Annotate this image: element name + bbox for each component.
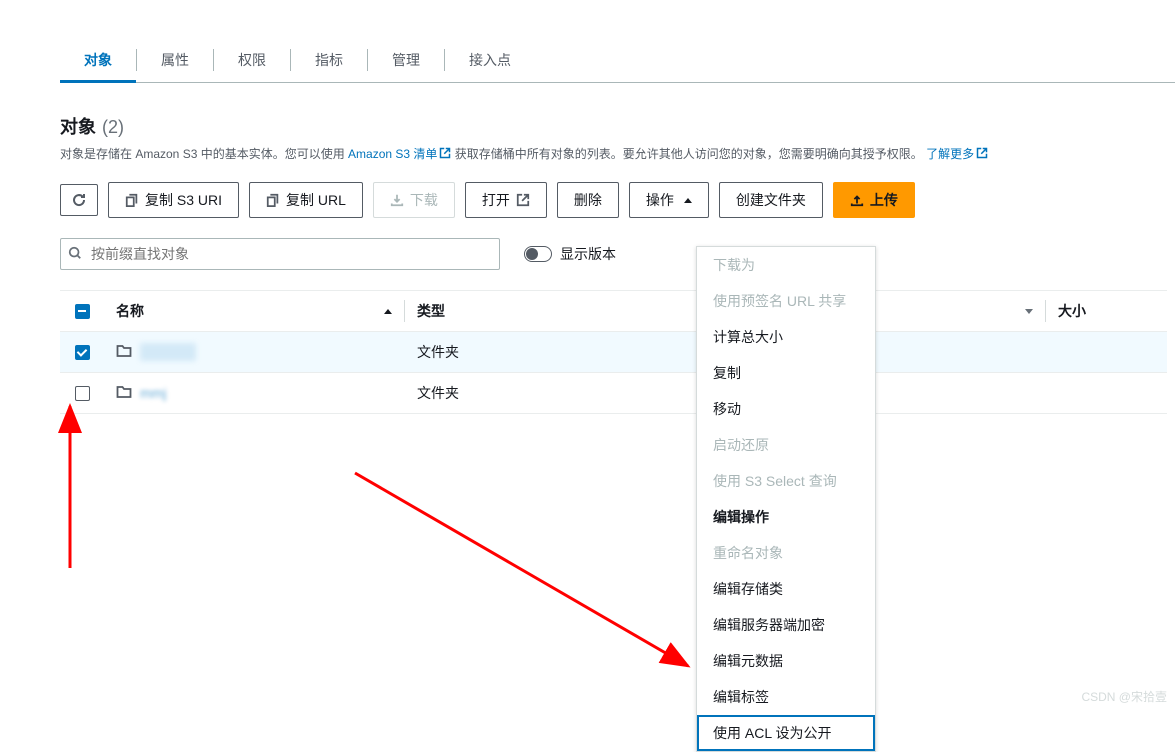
menu-item-edit-storage[interactable]: 编辑存储类 bbox=[697, 571, 875, 607]
tab-objects[interactable]: 对象 bbox=[60, 38, 136, 82]
download-icon bbox=[390, 193, 404, 207]
refresh-button[interactable] bbox=[60, 184, 98, 216]
actions-dropdown: 下载为 使用预签名 URL 共享 计算总大小 复制 移动 启动还原 使用 S3 … bbox=[696, 246, 876, 752]
upload-button[interactable]: 上传 bbox=[833, 182, 915, 218]
menu-item-share-presigned: 使用预签名 URL 共享 bbox=[697, 283, 875, 319]
sort-desc-icon bbox=[1025, 309, 1033, 314]
toolbar: 复制 S3 URI 复制 URL 下载 打开 删除 操作 创建文 bbox=[60, 182, 1167, 218]
object-name-link[interactable]: xxxx bbox=[140, 343, 196, 361]
select-all-checkbox[interactable] bbox=[75, 304, 90, 319]
sort-asc-icon bbox=[384, 309, 392, 314]
section-description: 对象是存储在 Amazon S3 中的基本实体。您可以使用 Amazon S3 … bbox=[60, 145, 1167, 164]
external-link-icon bbox=[976, 147, 988, 159]
header-text: 类型 bbox=[417, 303, 445, 319]
download-button: 下载 bbox=[373, 182, 455, 218]
toggle-label: 显示版本 bbox=[560, 244, 616, 264]
copy-s3-uri-button[interactable]: 复制 S3 URI bbox=[108, 182, 239, 218]
button-label: 下载 bbox=[410, 190, 438, 210]
open-button[interactable]: 打开 bbox=[465, 182, 547, 218]
button-label: 删除 bbox=[574, 190, 602, 210]
actions-button[interactable]: 操作 bbox=[629, 182, 709, 218]
menu-section-header: 编辑操作 bbox=[697, 499, 875, 535]
desc-text: 对象是存储在 Amazon S3 中的基本实体。您可以使用 bbox=[60, 147, 348, 161]
row-checkbox[interactable] bbox=[75, 345, 90, 360]
menu-item-calculate-size[interactable]: 计算总大小 bbox=[697, 319, 875, 355]
tab-metrics[interactable]: 指标 bbox=[291, 38, 367, 82]
learn-more-link[interactable]: 了解更多 bbox=[926, 147, 988, 161]
menu-item-edit-tags[interactable]: 编辑标签 bbox=[697, 679, 875, 715]
objects-table: 名称 类型 大小 xxxx 文件夹 mmj bbox=[60, 290, 1167, 414]
toggle-icon bbox=[524, 246, 552, 262]
prefix-search-input[interactable] bbox=[60, 238, 500, 270]
tab-management[interactable]: 管理 bbox=[368, 38, 444, 82]
object-type: 文件夹 bbox=[405, 373, 665, 413]
header-text: 大小 bbox=[1058, 303, 1086, 319]
menu-item-restore: 启动还原 bbox=[697, 427, 875, 463]
copy-icon bbox=[266, 193, 280, 207]
tab-label: 管理 bbox=[392, 52, 420, 68]
menu-item-edit-metadata[interactable]: 编辑元数据 bbox=[697, 643, 875, 679]
folder-icon bbox=[116, 343, 132, 362]
table-header: 名称 类型 大小 bbox=[60, 291, 1167, 332]
menu-item-s3select: 使用 S3 Select 查询 bbox=[697, 463, 875, 499]
menu-item-make-public-acl[interactable]: 使用 ACL 设为公开 bbox=[697, 715, 875, 751]
tab-label: 指标 bbox=[315, 52, 343, 68]
column-header-type[interactable]: 类型 bbox=[405, 291, 665, 331]
s3-inventory-link[interactable]: Amazon S3 清单 bbox=[348, 147, 451, 161]
search-input-wrapper bbox=[60, 238, 500, 270]
copy-url-button[interactable]: 复制 URL bbox=[249, 182, 363, 218]
main-tabs: 对象 属性 权限 指标 管理 接入点 bbox=[60, 38, 1175, 83]
header-text: 名称 bbox=[116, 301, 144, 321]
button-label: 打开 bbox=[482, 190, 510, 210]
table-row[interactable]: xxxx 文件夹 bbox=[60, 332, 1167, 373]
tab-access-points[interactable]: 接入点 bbox=[445, 38, 535, 82]
external-link-icon bbox=[439, 147, 451, 159]
object-count: (2) bbox=[102, 117, 124, 138]
column-header-name[interactable]: 名称 bbox=[104, 291, 404, 331]
external-link-icon bbox=[516, 193, 530, 207]
copy-icon bbox=[125, 193, 139, 207]
column-header-size[interactable]: 大小 bbox=[1046, 291, 1126, 331]
object-name-link[interactable]: mmj bbox=[140, 385, 166, 401]
section-title: 对象 (2) bbox=[60, 113, 1167, 139]
refresh-icon bbox=[71, 192, 87, 208]
tab-permissions[interactable]: 权限 bbox=[214, 38, 290, 82]
tab-label: 对象 bbox=[84, 52, 112, 68]
menu-item-copy[interactable]: 复制 bbox=[697, 355, 875, 391]
menu-item-rename: 重命名对象 bbox=[697, 535, 875, 571]
button-label: 上传 bbox=[870, 190, 898, 210]
show-versions-toggle[interactable]: 显示版本 bbox=[524, 244, 616, 264]
menu-item-edit-encryption[interactable]: 编辑服务器端加密 bbox=[697, 607, 875, 643]
button-label: 复制 S3 URI bbox=[145, 190, 222, 210]
caret-up-icon bbox=[684, 198, 692, 203]
search-icon bbox=[68, 246, 82, 263]
tab-label: 属性 bbox=[161, 52, 189, 68]
tab-label: 权限 bbox=[238, 52, 266, 68]
tab-properties[interactable]: 属性 bbox=[137, 38, 213, 82]
folder-icon bbox=[116, 384, 132, 403]
row-checkbox[interactable] bbox=[75, 386, 90, 401]
table-row[interactable]: mmj 文件夹 bbox=[60, 373, 1167, 414]
button-label: 操作 bbox=[646, 190, 674, 210]
menu-item-move[interactable]: 移动 bbox=[697, 391, 875, 427]
tab-label: 接入点 bbox=[469, 52, 511, 68]
link-text: Amazon S3 清单 bbox=[348, 147, 437, 161]
desc-text: 获取存储桶中所有对象的列表。要允许其他人访问您的对象，您需要明确向其授予权限。 bbox=[455, 147, 923, 161]
create-folder-button[interactable]: 创建文件夹 bbox=[719, 182, 823, 218]
button-label: 复制 URL bbox=[286, 190, 346, 210]
watermark: CSDN @宋拾壹 bbox=[1081, 688, 1167, 705]
button-label: 创建文件夹 bbox=[736, 190, 806, 210]
link-text: 了解更多 bbox=[926, 147, 974, 161]
section-title-text: 对象 bbox=[60, 113, 96, 139]
delete-button[interactable]: 删除 bbox=[557, 182, 619, 218]
upload-icon bbox=[850, 193, 864, 207]
object-type: 文件夹 bbox=[405, 332, 665, 372]
menu-item-download-as: 下载为 bbox=[697, 247, 875, 283]
